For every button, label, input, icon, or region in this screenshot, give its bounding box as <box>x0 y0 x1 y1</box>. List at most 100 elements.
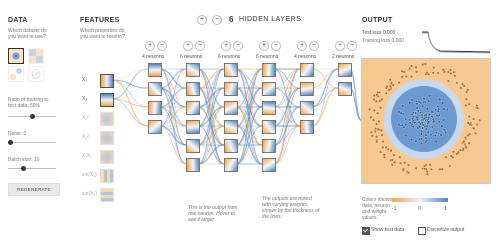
data-point <box>449 154 453 158</box>
remove-neuron-button[interactable]: − <box>195 41 205 51</box>
neuron[interactable] <box>262 139 276 153</box>
feature-input[interactable] <box>100 169 114 183</box>
data-point <box>372 94 376 98</box>
neuron[interactable] <box>186 120 200 134</box>
layer-neuron-count: 6 neurons <box>218 54 241 60</box>
show-test-checkbox[interactable] <box>362 227 370 235</box>
neuron[interactable] <box>262 120 276 134</box>
feature-label: X₁² <box>82 115 89 121</box>
neuron[interactable] <box>148 63 162 77</box>
discretize-checkbox[interactable] <box>418 227 426 235</box>
neuron[interactable] <box>262 63 276 77</box>
neuron[interactable] <box>224 101 238 115</box>
data-point <box>435 131 438 135</box>
data-point <box>467 141 471 145</box>
data-point <box>476 106 480 110</box>
neuron[interactable] <box>224 158 238 172</box>
add-neuron-button[interactable]: + <box>183 41 193 51</box>
data-point <box>397 81 401 85</box>
training-loss: Training loss 0.000 <box>362 38 405 44</box>
data-point <box>472 126 476 130</box>
add-neuron-button[interactable]: + <box>221 41 231 51</box>
data-point <box>464 135 468 139</box>
neuron[interactable] <box>186 101 200 115</box>
data-point <box>448 164 452 168</box>
data-point <box>462 140 466 143</box>
data-point <box>424 113 428 117</box>
data-point <box>410 75 413 79</box>
feature-input[interactable] <box>100 74 114 88</box>
data-point <box>437 120 441 124</box>
data-point <box>426 107 429 111</box>
data-point <box>374 127 378 130</box>
data-point <box>375 93 379 97</box>
remove-neuron-button[interactable]: − <box>309 41 319 51</box>
neuron[interactable] <box>186 82 200 96</box>
data-point <box>424 127 428 131</box>
data-point <box>368 107 371 111</box>
feature-input[interactable] <box>100 188 114 202</box>
data-point <box>466 133 470 137</box>
feature-input[interactable] <box>100 93 114 107</box>
data-point <box>424 163 428 167</box>
neuron[interactable] <box>300 82 314 96</box>
neuron[interactable] <box>186 158 200 172</box>
output-plot[interactable] <box>361 58 491 184</box>
feature-input[interactable] <box>100 131 114 145</box>
data-point <box>421 104 425 108</box>
data-point <box>434 108 438 112</box>
add-neuron-button[interactable]: + <box>145 41 155 51</box>
neuron[interactable] <box>148 120 162 134</box>
data-point <box>449 71 453 75</box>
feature-label: X₂² <box>82 134 89 140</box>
neuron[interactable] <box>300 63 314 77</box>
neuron[interactable] <box>300 120 314 134</box>
remove-neuron-button[interactable]: − <box>157 41 167 51</box>
neuron[interactable] <box>186 63 200 77</box>
neuron[interactable] <box>186 139 200 153</box>
data-point <box>444 131 448 135</box>
data-point <box>376 111 379 115</box>
neuron[interactable] <box>224 139 238 153</box>
remove-neuron-button[interactable]: − <box>347 41 357 51</box>
data-point <box>401 104 405 108</box>
data-point <box>452 70 456 74</box>
neuron[interactable] <box>148 82 162 96</box>
data-point <box>436 109 440 113</box>
data-point <box>379 128 383 132</box>
neuron[interactable] <box>262 158 276 172</box>
neuron[interactable] <box>224 82 238 96</box>
feature-input[interactable] <box>100 150 114 164</box>
neuron[interactable] <box>224 63 238 77</box>
data-point <box>379 150 383 154</box>
feature-input[interactable] <box>100 112 114 126</box>
add-neuron-button[interactable]: + <box>335 41 345 51</box>
neuron[interactable] <box>300 101 314 115</box>
neuron[interactable] <box>338 63 352 77</box>
output-decision-plot <box>362 59 490 183</box>
data-point <box>390 158 394 162</box>
add-neuron-button[interactable]: + <box>297 41 307 51</box>
neuron[interactable] <box>262 82 276 96</box>
remove-neuron-button[interactable]: − <box>271 41 281 51</box>
data-point <box>404 123 408 127</box>
data-point <box>439 133 443 137</box>
data-point <box>401 168 405 172</box>
neuron[interactable] <box>338 82 352 96</box>
neuron[interactable] <box>148 101 162 115</box>
add-neuron-button[interactable]: + <box>259 41 269 51</box>
data-point <box>434 140 438 143</box>
data-point <box>423 62 427 66</box>
data-point <box>376 127 380 131</box>
output-title: OUTPUT <box>362 17 393 24</box>
data-point <box>421 63 425 67</box>
data-point <box>458 148 462 152</box>
data-point <box>464 146 468 150</box>
remove-neuron-button[interactable]: − <box>233 41 243 51</box>
neuron[interactable] <box>262 101 276 115</box>
neuron[interactable] <box>224 120 238 134</box>
data-point <box>381 146 385 149</box>
data-point <box>369 115 373 119</box>
data-point <box>369 130 373 134</box>
feature-label: sin(X₂) <box>82 191 97 197</box>
